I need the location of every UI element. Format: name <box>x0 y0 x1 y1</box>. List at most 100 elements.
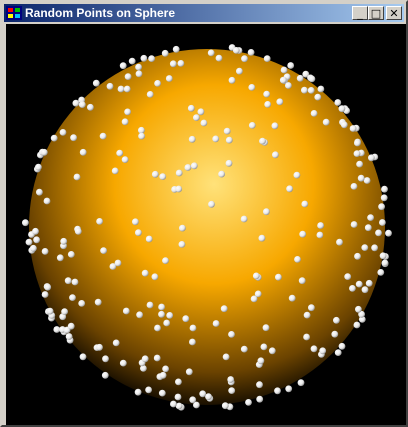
sphere-point <box>303 311 311 319</box>
sphere-point <box>200 119 208 127</box>
sphere-point <box>174 393 182 401</box>
sphere-point <box>248 122 256 129</box>
maximize-button[interactable]: □ <box>368 6 384 20</box>
sphere-point <box>354 252 361 260</box>
sphere-point <box>319 347 327 355</box>
sphere-point <box>361 286 369 294</box>
sphere-point <box>158 303 166 311</box>
sphere-point <box>379 219 386 226</box>
close-button[interactable]: ✕ <box>386 6 402 20</box>
sphere-point <box>148 55 156 62</box>
sphere-point <box>263 90 271 98</box>
sphere-point <box>218 170 226 178</box>
sphere-point <box>159 371 167 379</box>
sphere-point <box>106 82 114 90</box>
sphere-point <box>145 386 153 394</box>
sphere-point <box>189 396 197 404</box>
sphere-point <box>257 357 265 365</box>
sphere-point <box>175 185 183 193</box>
sphere-point <box>221 402 229 410</box>
sphere-point <box>146 91 154 98</box>
close-icon: ✕ <box>389 6 399 20</box>
sphere-point <box>100 247 107 255</box>
sphere-point <box>375 229 382 237</box>
sphere-point <box>177 60 185 67</box>
sphere-point <box>296 74 304 82</box>
sphere-point <box>117 85 125 93</box>
sphere-point <box>268 347 276 355</box>
sphere-point <box>378 203 385 211</box>
sphere-point <box>96 218 103 225</box>
sphere-point <box>187 104 195 112</box>
sphere-point <box>228 387 236 394</box>
sphere-point <box>132 218 139 226</box>
sphere-point <box>349 285 356 292</box>
sphere-point <box>41 248 49 255</box>
sphere-point <box>199 390 207 398</box>
sphere-point <box>175 378 182 386</box>
sphere-point <box>59 129 67 136</box>
sphere-point <box>22 219 29 227</box>
sphere-point <box>119 62 127 70</box>
sphere-point <box>280 66 288 74</box>
sphere-point <box>385 229 392 237</box>
sphere-point <box>379 252 387 260</box>
sphere-point <box>119 359 127 367</box>
sphere-point <box>182 315 190 323</box>
sphere-point <box>310 110 318 117</box>
sphere-point <box>208 200 215 208</box>
sphere-point <box>79 148 87 156</box>
sphere-point <box>381 185 388 193</box>
sphere-point <box>134 388 142 396</box>
sphere-point <box>220 305 228 313</box>
sphere-point <box>138 132 146 140</box>
sphere-point <box>285 82 292 89</box>
sphere-point <box>197 108 205 116</box>
sphere-point <box>170 400 177 408</box>
sphere-point <box>135 70 143 78</box>
sphere-point <box>223 127 231 135</box>
render-viewport[interactable] <box>6 24 406 425</box>
sphere-point <box>294 256 301 263</box>
sphere-point <box>30 244 37 252</box>
sphere-point <box>78 101 86 108</box>
sphere-point <box>162 257 169 264</box>
sphere-point <box>355 280 363 288</box>
sphere-point <box>353 150 361 157</box>
sphere-point <box>60 237 68 245</box>
sphere-point <box>96 343 103 351</box>
sphere-point <box>36 188 43 196</box>
sphere-point <box>381 259 389 267</box>
sphere-point <box>254 290 262 298</box>
sphere-point <box>212 320 220 327</box>
sphere-point <box>275 273 282 281</box>
window-title: Random Points on Sphere <box>25 6 176 20</box>
sphere-point <box>128 57 136 65</box>
minimize-button[interactable]: _ <box>352 6 368 20</box>
sphere-point <box>274 387 281 395</box>
sphere-point <box>248 84 256 91</box>
sphere-point <box>271 122 279 130</box>
sphere-point <box>256 395 264 403</box>
sphere-scene[interactable] <box>6 24 406 425</box>
sphere-point <box>361 244 369 252</box>
sphere-point <box>92 79 100 87</box>
sphere-point <box>256 381 263 389</box>
sphere-point <box>301 86 308 94</box>
maximize-icon: □ <box>370 6 382 20</box>
sphere-point <box>190 162 198 170</box>
sphere-point <box>344 273 352 280</box>
sphere-point <box>159 173 167 181</box>
sphere-point <box>61 308 68 315</box>
sphere-point <box>303 333 310 341</box>
sphere-point <box>227 376 235 383</box>
sphere-point <box>46 307 54 315</box>
sphere-point <box>138 126 145 134</box>
sphere-point <box>276 98 284 106</box>
title-bar[interactable]: Random Points on Sphere _ □ ✕ <box>4 4 404 22</box>
sphere-point <box>336 238 343 246</box>
app-window-icon[interactable] <box>6 6 22 20</box>
sphere-point <box>124 108 131 116</box>
sphere-point <box>222 353 230 361</box>
sphere-point <box>111 167 119 175</box>
